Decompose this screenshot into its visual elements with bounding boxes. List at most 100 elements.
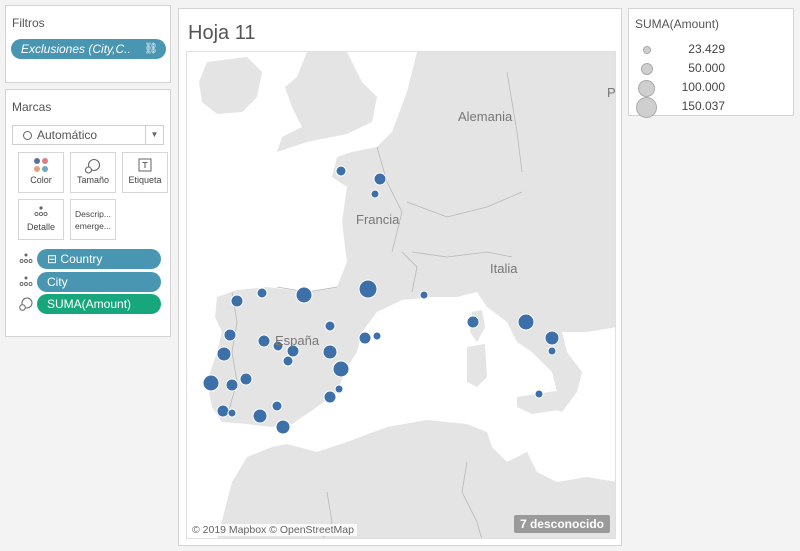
city-mark[interactable]: [358, 331, 372, 345]
city-mark[interactable]: [202, 374, 220, 392]
label-poland: P: [607, 85, 616, 100]
label-label: Etiqueta: [128, 175, 162, 185]
mark-type-dropdown[interactable]: Automático ▼: [12, 125, 164, 145]
size-button[interactable]: Tamaño: [70, 152, 116, 193]
land-sardinia: [467, 344, 487, 387]
map-view[interactable]: Alemania Francia Italia España P © 2019 …: [186, 51, 616, 539]
shelf-row-amount: SUMA(Amount): [18, 294, 168, 314]
color-button[interactable]: Color: [18, 152, 64, 193]
legend-item[interactable]: 23.429: [635, 41, 785, 59]
shelf-row-city: City: [18, 272, 168, 292]
city-mark[interactable]: [547, 346, 557, 356]
city-mark[interactable]: [335, 165, 347, 177]
city-mark[interactable]: [332, 360, 350, 378]
city-mark[interactable]: [275, 419, 291, 435]
city-mark[interactable]: [230, 294, 244, 308]
detail-icon: [18, 252, 34, 266]
label-spain: España: [275, 333, 320, 348]
size-label: Tamaño: [76, 175, 110, 185]
label-france: Francia: [356, 212, 400, 227]
color-label: Color: [30, 175, 52, 185]
size-circle-icon: [638, 80, 655, 97]
marks-title: Marcas: [12, 100, 52, 114]
city-mark[interactable]: [358, 279, 378, 299]
label-button[interactable]: Etiqueta: [122, 152, 168, 193]
city-mark[interactable]: [419, 290, 429, 300]
size-circle-icon: [643, 46, 651, 54]
land-great-britain: [277, 52, 377, 152]
tooltip-label-1: Descrip...: [75, 209, 111, 219]
size-icon: [71, 153, 115, 175]
text-label-icon: [123, 153, 167, 175]
city-pill-label: City: [47, 275, 68, 289]
country-pill[interactable]: ⊟ Country: [37, 249, 161, 269]
amount-pill-label: SUMA(Amount): [47, 297, 132, 311]
unknown-locations-badge[interactable]: 7 desconocido: [513, 515, 610, 533]
city-mark[interactable]: [517, 313, 535, 331]
legend-value: 50.000: [688, 61, 725, 75]
city-mark[interactable]: [257, 334, 271, 348]
city-mark[interactable]: [370, 189, 380, 199]
detail-icon: [18, 275, 34, 289]
chevron-down-icon[interactable]: ▼: [145, 126, 163, 144]
mark-type-value: Automático: [37, 128, 98, 142]
filters-panel: Filtros Exclusiones (City,C.. ⛓: [5, 5, 171, 83]
label-italy: Italia: [490, 261, 518, 276]
map-canvas: [199, 52, 615, 538]
filters-title: Filtros: [12, 16, 45, 30]
circle-icon: [23, 131, 32, 140]
legend-item[interactable]: 150.037: [635, 97, 785, 118]
city-pill[interactable]: City: [37, 272, 161, 292]
link-icon: ⛓: [144, 43, 158, 55]
city-mark[interactable]: [324, 320, 336, 332]
sheet-title: Hoja 11: [188, 22, 256, 44]
city-mark[interactable]: [323, 390, 337, 404]
legend-value: 23.429: [688, 42, 725, 56]
legend-title: SUMA(Amount): [635, 17, 720, 31]
label-germany: Alemania: [458, 109, 513, 124]
size-legend: SUMA(Amount) 23.429 50.000 100.000 150.0…: [628, 8, 794, 118]
filter-pill-label: Exclusiones (City,C..: [21, 42, 131, 56]
tooltip-label-2: emerge...: [75, 221, 111, 231]
city-mark[interactable]: [334, 384, 344, 394]
city-mark[interactable]: [282, 355, 294, 367]
land-continent: [207, 52, 615, 427]
land-ireland: [199, 57, 262, 114]
shelf-row-country: ⊟ Country: [18, 249, 168, 269]
size-circle-icon: [641, 63, 653, 75]
size-circle-icon: [636, 97, 657, 118]
country-pill-label: Country: [60, 252, 103, 266]
city-mark[interactable]: [534, 389, 544, 399]
city-mark[interactable]: [216, 346, 232, 362]
size-icon: [18, 297, 34, 313]
city-mark[interactable]: [295, 286, 313, 304]
detail-icon: [19, 200, 63, 222]
city-mark[interactable]: [256, 287, 268, 299]
city-mark[interactable]: [227, 408, 237, 418]
legend-item[interactable]: 50.000: [635, 60, 785, 78]
tooltip-button[interactable]: Descrip... emerge...: [70, 199, 116, 240]
city-mark[interactable]: [372, 331, 382, 341]
detail-label: Detalle: [26, 222, 55, 232]
city-mark[interactable]: [252, 408, 268, 424]
map-attribution[interactable]: © 2019 Mapbox © OpenStreetMap: [189, 524, 357, 536]
city-mark[interactable]: [271, 400, 283, 412]
city-mark[interactable]: [223, 328, 237, 342]
detail-button[interactable]: Detalle: [18, 199, 64, 240]
city-mark[interactable]: [225, 378, 239, 392]
amount-pill[interactable]: SUMA(Amount): [37, 294, 161, 314]
city-mark[interactable]: [216, 404, 230, 418]
color-icon: [33, 158, 49, 174]
legend-value: 100.000: [681, 80, 725, 94]
worksheet: Hoja 11 Alemania Francia Italia España P…: [178, 8, 622, 546]
collapse-icon[interactable]: ⊟: [47, 252, 57, 266]
exclusion-filter-pill[interactable]: Exclusiones (City,C.. ⛓: [11, 39, 166, 59]
marks-panel: Marcas Automático ▼ Color Tamaño Etiquet…: [5, 89, 171, 337]
city-mark[interactable]: [322, 344, 338, 360]
city-mark[interactable]: [373, 172, 387, 186]
city-mark[interactable]: [239, 372, 253, 386]
legend-item[interactable]: 100.000: [635, 79, 785, 97]
city-mark[interactable]: [466, 315, 480, 329]
legend-value: 150.037: [681, 99, 725, 113]
city-mark[interactable]: [544, 330, 560, 346]
